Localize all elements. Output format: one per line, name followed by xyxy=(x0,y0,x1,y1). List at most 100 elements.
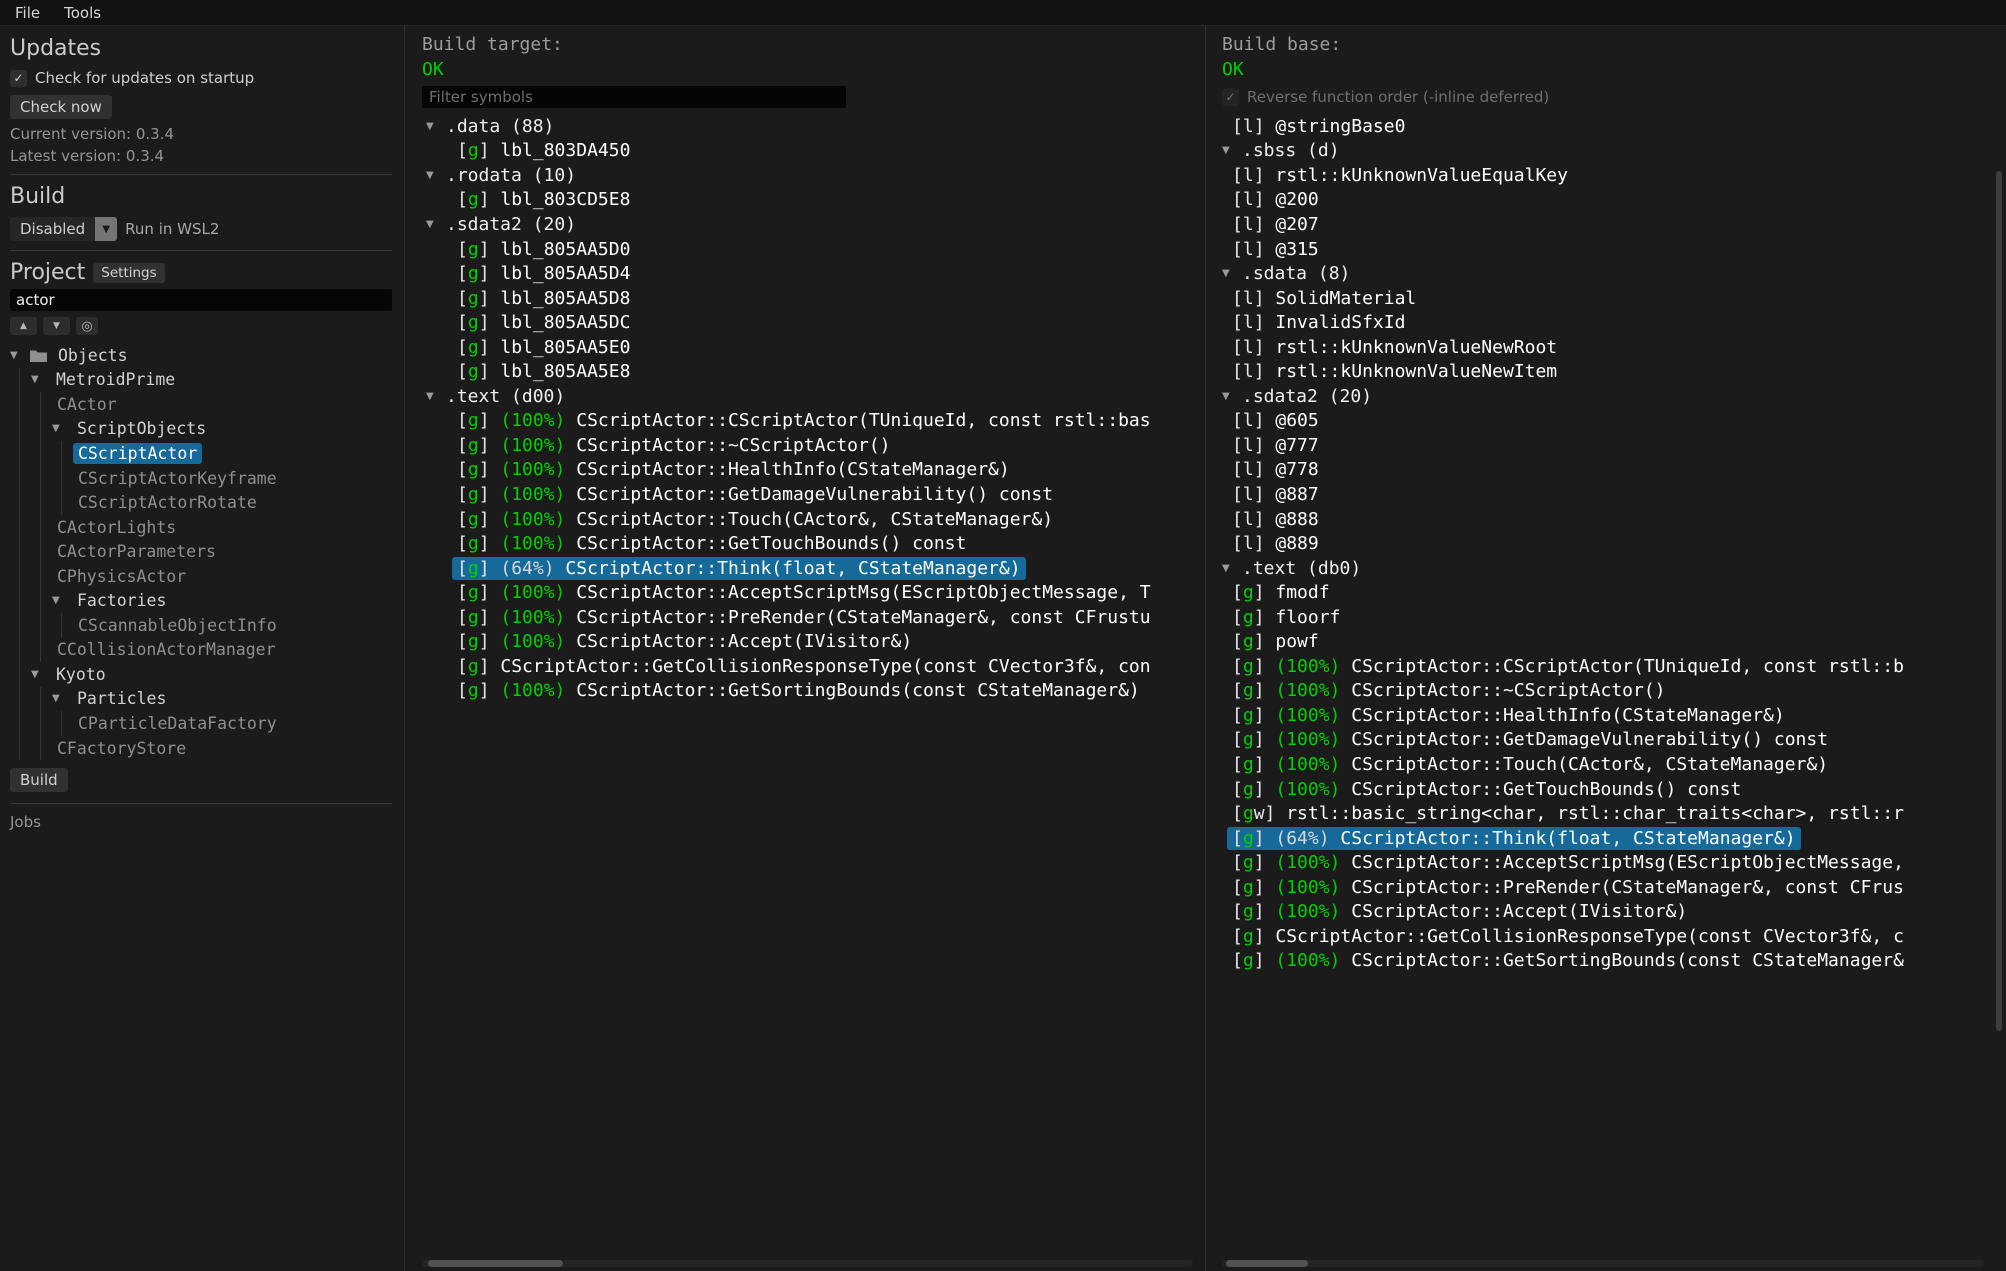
symbol-row[interactable]: [g] CScriptActor::GetCollisionResponseTy… xyxy=(406,654,1205,679)
symbol-row[interactable]: [g] (64%) CScriptActor::Think(float, CSt… xyxy=(1206,826,1990,851)
tree-item[interactable]: CCollisionActorManager xyxy=(10,638,392,663)
tree-item[interactable]: ▼Objects xyxy=(10,343,392,368)
symbol-row[interactable]: [l] @778 xyxy=(1206,458,1990,483)
expander-down-icon[interactable]: ▼ xyxy=(10,350,30,361)
tree-item[interactable]: CPhysicsActor xyxy=(10,564,392,589)
base-hscrollbar[interactable] xyxy=(1222,1260,1984,1267)
symbol-row[interactable]: [g] lbl_805AA5E0 xyxy=(406,335,1205,360)
expander-down-icon[interactable]: ▼ xyxy=(426,219,446,230)
symbol-row[interactable]: [l] @200 xyxy=(1206,188,1990,213)
tree-item[interactable]: CActor xyxy=(10,392,392,417)
base-hscroll-thumb[interactable] xyxy=(1226,1260,1308,1267)
section-header[interactable]: ▼.sdata2 (20) xyxy=(406,212,1205,237)
symbol-row[interactable]: [g] lbl_805AA5DC xyxy=(406,310,1205,335)
section-header[interactable]: ▼.text (db0) xyxy=(1206,556,1990,581)
symbol-row[interactable]: [l] @207 xyxy=(1206,212,1990,237)
symbol-row[interactable]: [g] powf xyxy=(1206,629,1990,654)
symbol-row[interactable]: [g] (100%) CScriptActor::PreRender(CStat… xyxy=(406,605,1205,630)
symbol-row[interactable]: [g] (100%) CScriptActor::PreRender(CStat… xyxy=(1206,875,1990,900)
expander-down-icon[interactable]: ▼ xyxy=(1222,391,1242,402)
symbol-row[interactable]: [gw] rstl::basic_string<char, rstl::char… xyxy=(1206,801,1990,826)
symbol-row[interactable]: [g] (100%) CScriptActor::AcceptScriptMsg… xyxy=(406,580,1205,605)
symbol-row[interactable]: [g] lbl_805AA5E8 xyxy=(406,359,1205,384)
expander-down-icon[interactable]: ▼ xyxy=(31,374,51,385)
symbol-row[interactable]: [g] (100%) CScriptActor::~CScriptActor() xyxy=(1206,679,1990,704)
tree-item[interactable]: CActorParameters xyxy=(10,539,392,564)
symbol-row[interactable]: [g] floorf xyxy=(1206,605,1990,630)
expander-down-icon[interactable]: ▼ xyxy=(1222,145,1242,156)
build-mode-dropdown[interactable]: Disabled ▼ xyxy=(10,217,117,241)
section-header[interactable]: ▼.text (d00) xyxy=(406,384,1205,409)
tree-item[interactable]: CScannableObjectInfo xyxy=(10,613,392,638)
section-header[interactable]: ▼.sbss (d) xyxy=(1206,139,1990,164)
locate-button[interactable]: ◎ xyxy=(76,317,98,335)
expander-down-icon[interactable]: ▼ xyxy=(426,391,446,402)
prev-match-button[interactable]: ▲ xyxy=(10,317,37,335)
expander-down-icon[interactable]: ▼ xyxy=(1222,268,1242,279)
symbol-row[interactable]: [g] lbl_805AA5D0 xyxy=(406,237,1205,262)
next-match-button[interactable]: ▼ xyxy=(43,317,70,335)
symbol-row[interactable]: [g] (100%) CScriptActor::GetDamageVulner… xyxy=(406,482,1205,507)
symbol-row[interactable]: [g] lbl_805AA5D8 xyxy=(406,286,1205,311)
tree-item[interactable]: ▼Kyoto xyxy=(10,662,392,687)
symbol-row[interactable]: [l] @stringBase0 xyxy=(1206,114,1990,139)
symbol-row[interactable]: [g] (100%) CScriptActor::HealthInfo(CSta… xyxy=(1206,703,1990,728)
tree-item[interactable]: CScriptActorKeyframe xyxy=(10,466,392,491)
symbol-row[interactable]: [l] InvalidSfxId xyxy=(1206,310,1990,335)
symbol-row[interactable]: [g] (100%) CScriptActor::CScriptActor(TU… xyxy=(1206,654,1990,679)
symbol-row[interactable]: [g] (64%) CScriptActor::Think(float, CSt… xyxy=(406,556,1205,581)
expander-down-icon[interactable]: ▼ xyxy=(31,669,51,680)
menu-tools[interactable]: Tools xyxy=(64,4,101,22)
symbol-row[interactable]: [l] rstl::kUnknownValueNewRoot xyxy=(1206,335,1990,360)
section-header[interactable]: ▼.sdata (8) xyxy=(1206,261,1990,286)
vertical-scrollbar[interactable] xyxy=(1990,26,2006,1271)
symbol-row[interactable]: [l] SolidMaterial xyxy=(1206,286,1990,311)
tree-item[interactable]: CActorLights xyxy=(10,515,392,540)
filter-symbols-input[interactable] xyxy=(422,86,846,108)
symbol-row[interactable]: [g] lbl_805AA5D4 xyxy=(406,261,1205,286)
symbol-row[interactable]: [g] (100%) CScriptActor::AcceptScriptMsg… xyxy=(1206,850,1990,875)
symbol-row[interactable]: [g] (100%) CScriptActor::CScriptActor(TU… xyxy=(406,409,1205,434)
symbol-row[interactable]: [l] @887 xyxy=(1206,482,1990,507)
section-header[interactable]: ▼.rodata (10) xyxy=(406,163,1205,188)
symbol-row[interactable]: [g] (100%) CScriptActor::Accept(IVisitor… xyxy=(406,629,1205,654)
symbol-row[interactable]: [g] (100%) CScriptActor::GetDamageVulner… xyxy=(1206,728,1990,753)
symbol-row[interactable]: [l] @889 xyxy=(1206,531,1990,556)
tree-item[interactable]: ▼Factories xyxy=(10,588,392,613)
tree-item[interactable]: CScriptActor xyxy=(10,441,392,466)
vertical-scroll-thumb[interactable] xyxy=(1996,171,2002,1031)
symbol-row[interactable]: [l] @888 xyxy=(1206,507,1990,532)
symbol-row[interactable]: [g] lbl_803CD5E8 xyxy=(406,188,1205,213)
symbol-row[interactable]: [g] (100%) CScriptActor::~CScriptActor() xyxy=(406,433,1205,458)
expander-down-icon[interactable]: ▼ xyxy=(52,423,72,434)
tree-item[interactable]: CParticleDataFactory xyxy=(10,711,392,736)
symbol-row[interactable]: [l] @777 xyxy=(1206,433,1990,458)
tree-item[interactable]: ▼Particles xyxy=(10,687,392,712)
expander-down-icon[interactable]: ▼ xyxy=(52,595,72,606)
updates-checkbox[interactable]: ✓ xyxy=(10,70,27,87)
tree-item[interactable]: CScriptActorRotate xyxy=(10,490,392,515)
target-hscrollbar[interactable] xyxy=(422,1260,1193,1267)
symbol-row[interactable]: [g] fmodf xyxy=(1206,580,1990,605)
symbol-row[interactable]: [g] (100%) CScriptActor::GetTouchBounds(… xyxy=(1206,777,1990,802)
project-search-input[interactable] xyxy=(10,289,392,311)
section-header[interactable]: ▼.sdata2 (20) xyxy=(1206,384,1990,409)
check-now-button[interactable]: Check now xyxy=(10,95,112,119)
symbol-row[interactable]: [l] @605 xyxy=(1206,409,1990,434)
symbol-row[interactable]: [g] (100%) CScriptActor::GetTouchBounds(… xyxy=(406,531,1205,556)
tree-item[interactable]: CFactoryStore xyxy=(10,736,392,761)
expander-down-icon[interactable]: ▼ xyxy=(52,693,72,704)
symbol-row[interactable]: [g] (100%) CScriptActor::Touch(CActor&, … xyxy=(1206,752,1990,777)
symbol-row[interactable]: [g] (100%) CScriptActor::Accept(IVisitor… xyxy=(1206,900,1990,925)
symbol-row[interactable]: [g] (100%) CScriptActor::GetSortingBound… xyxy=(1206,949,1990,974)
project-settings-button[interactable]: Settings xyxy=(93,263,164,283)
expander-down-icon[interactable]: ▼ xyxy=(1222,563,1242,574)
symbol-row[interactable]: [g] (100%) CScriptActor::Touch(CActor&, … xyxy=(406,507,1205,532)
expander-down-icon[interactable]: ▼ xyxy=(426,121,446,132)
symbol-row[interactable]: [l] rstl::kUnknownValueEqualKey xyxy=(1206,163,1990,188)
symbol-row[interactable]: [l] @315 xyxy=(1206,237,1990,262)
reverse-order-checkbox[interactable]: ✓ xyxy=(1222,89,1239,106)
build-button[interactable]: Build xyxy=(10,768,68,792)
tree-item[interactable]: ▼MetroidPrime xyxy=(10,368,392,393)
symbol-row[interactable]: [g] (100%) CScriptActor::HealthInfo(CSta… xyxy=(406,458,1205,483)
